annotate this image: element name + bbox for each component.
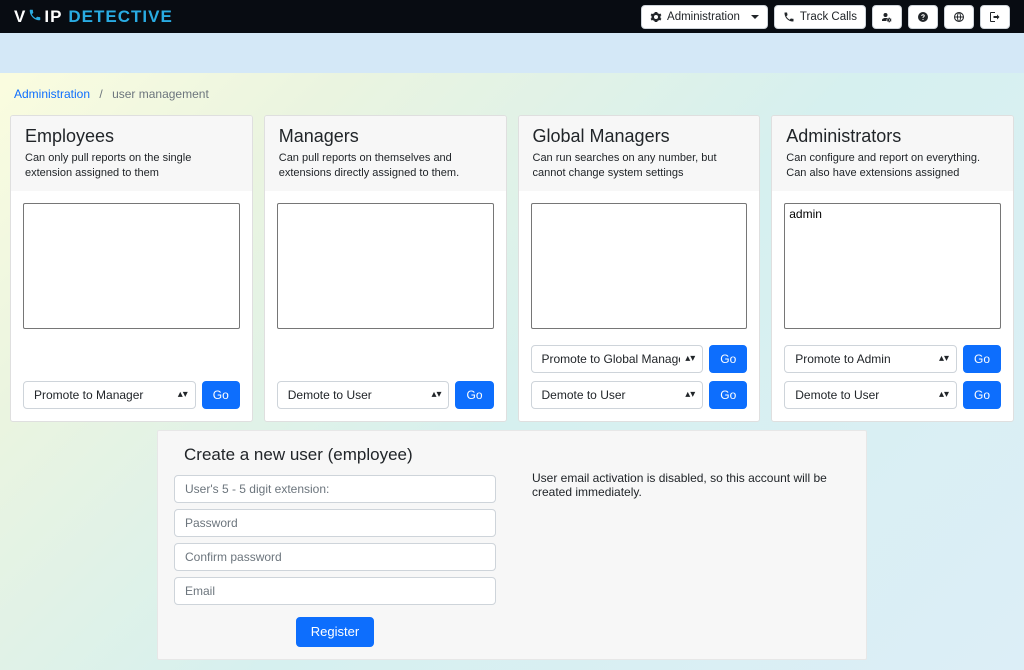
employees-desc: Can only pull reports on the single exte… (25, 151, 238, 181)
managers-listbox[interactable] (277, 203, 494, 329)
globe-icon (953, 11, 965, 23)
role-columns: Employees Can only pull reports on the s… (10, 115, 1014, 422)
breadcrumb-root[interactable]: Administration (14, 87, 90, 101)
phone-icon (28, 7, 42, 27)
administrators-desc: Can configure and report on everything. … (786, 151, 999, 181)
global-managers-listbox[interactable] (531, 203, 748, 329)
create-user-title: Create a new user (employee) (184, 445, 496, 465)
email-input[interactable] (174, 577, 496, 605)
brand-logo: V IP DETECTIVE (14, 7, 173, 27)
admins-promote-go-button[interactable]: Go (963, 345, 1001, 373)
track-calls-label: Track Calls (800, 11, 857, 23)
global-demote-select[interactable]: Demote to User (531, 381, 704, 409)
admins-demote-go-button[interactable]: Go (963, 381, 1001, 409)
logout-button[interactable] (980, 5, 1010, 29)
brand-ip: IP (44, 7, 62, 27)
global-promote-select[interactable]: Promote to Global Manager (531, 345, 704, 373)
track-calls-button[interactable]: Track Calls (774, 5, 866, 29)
administrators-card: Administrators Can configure and report … (771, 115, 1014, 422)
sub-bar (0, 33, 1024, 73)
question-circle-icon (917, 11, 929, 23)
nav-right: Administration Track Calls (641, 5, 1010, 29)
administration-dropdown[interactable]: Administration (641, 5, 768, 29)
global-promote-go-button[interactable]: Go (709, 345, 747, 373)
create-user-panel: Create a new user (employee) Register Us… (157, 430, 867, 660)
top-nav: V IP DETECTIVE Administration Track Call… (0, 0, 1024, 33)
global-managers-title: Global Managers (533, 126, 746, 147)
user-gear-button[interactable] (872, 5, 902, 29)
brand-detective: DETECTIVE (68, 7, 172, 27)
logout-icon (989, 11, 1001, 23)
employees-action-select[interactable]: Promote to Manager (23, 381, 196, 409)
breadcrumb: Administration / user management (0, 73, 1024, 101)
phone-icon (783, 11, 795, 23)
global-managers-card: Global Managers Can run searches on any … (518, 115, 761, 422)
help-button[interactable] (908, 5, 938, 29)
breadcrumb-sep: / (99, 87, 102, 101)
confirm-password-input[interactable] (174, 543, 496, 571)
employees-title: Employees (25, 126, 238, 147)
password-input[interactable] (174, 509, 496, 537)
breadcrumb-current: user management (112, 87, 209, 101)
managers-go-button[interactable]: Go (455, 381, 493, 409)
caret-down-icon (751, 15, 759, 19)
brand-v: V (14, 7, 26, 27)
managers-title: Managers (279, 126, 492, 147)
globe-button[interactable] (944, 5, 974, 29)
employees-card: Employees Can only pull reports on the s… (10, 115, 253, 422)
global-demote-go-button[interactable]: Go (709, 381, 747, 409)
gear-users-icon (650, 11, 662, 23)
user-gear-icon (881, 11, 893, 23)
managers-action-select[interactable]: Demote to User (277, 381, 450, 409)
administrators-title: Administrators (786, 126, 999, 147)
main-content: Employees Can only pull reports on the s… (0, 101, 1024, 670)
extension-input[interactable] (174, 475, 496, 503)
employees-listbox[interactable] (23, 203, 240, 329)
administrators-listbox[interactable]: admin (784, 203, 1001, 329)
create-user-note: User email activation is disabled, so th… (532, 471, 846, 499)
register-button[interactable]: Register (296, 617, 374, 647)
employees-go-button[interactable]: Go (202, 381, 240, 409)
admins-promote-select[interactable]: Promote to Admin (784, 345, 957, 373)
administration-label: Administration (667, 11, 740, 23)
managers-desc: Can pull reports on themselves and exten… (279, 151, 492, 181)
global-managers-desc: Can run searches on any number, but cann… (533, 151, 746, 181)
managers-card: Managers Can pull reports on themselves … (264, 115, 507, 422)
admins-demote-select[interactable]: Demote to User (784, 381, 957, 409)
